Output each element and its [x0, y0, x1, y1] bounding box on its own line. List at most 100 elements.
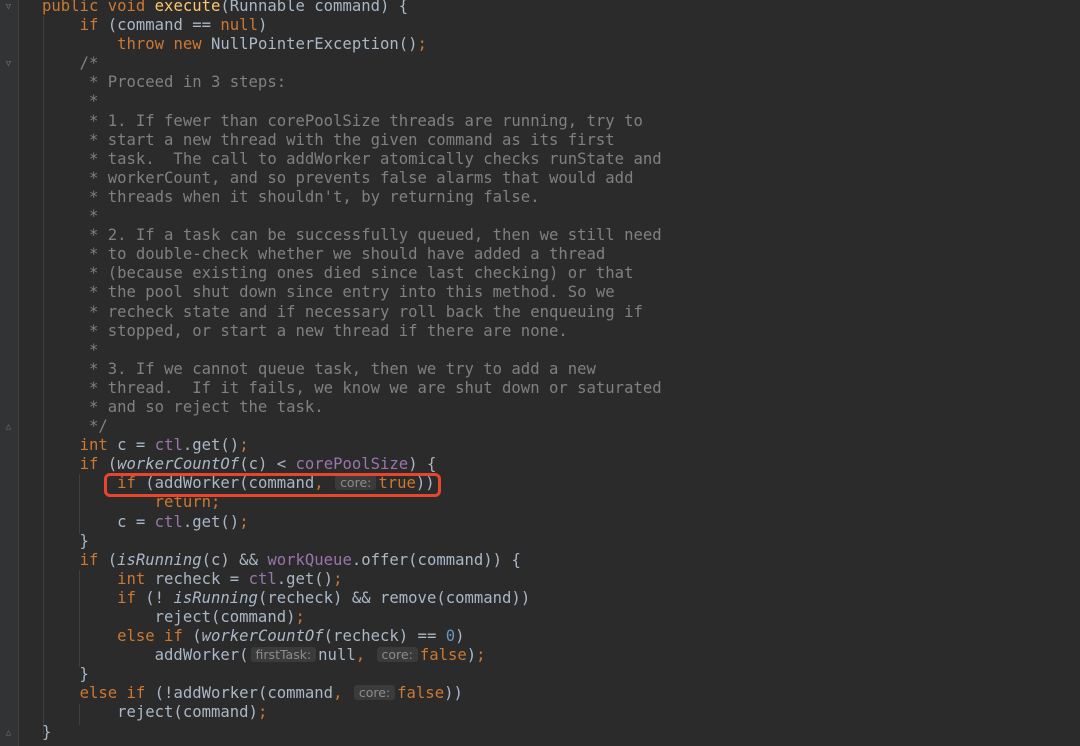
code-token: if	[117, 588, 146, 607]
code-token: ;	[239, 512, 249, 531]
code-line[interactable]: *	[42, 92, 662, 111]
editor-gutter[interactable]: ▽ ▽ △ △	[0, 0, 19, 746]
fold-marker-icon[interactable]: △	[4, 729, 13, 738]
code-token: ;	[417, 35, 427, 54]
code-token: reject(command)	[42, 608, 296, 626]
code-line[interactable]: else if (!addWorker(command, core: false)…	[42, 684, 662, 703]
code-line[interactable]: * start a new thread with the given comm…	[42, 131, 662, 150]
code-token: addWorker(	[42, 646, 249, 665]
code-token: * to double-check whether we should have…	[42, 245, 606, 264]
code-token: * stopped, or start a new thread if ther…	[42, 321, 568, 340]
code-line[interactable]: if (! isRunning(recheck) && remove(comma…	[42, 589, 662, 608]
code-token: ))	[444, 684, 463, 703]
highlight-box	[104, 473, 441, 497]
code-token: )	[466, 646, 477, 665]
code-line[interactable]: * stopped, or start a new thread if ther…	[42, 322, 662, 341]
code-token: false	[419, 646, 467, 665]
code-token: int	[79, 436, 118, 455]
fold-marker-icon[interactable]: △	[4, 423, 13, 432]
code-token: )	[455, 627, 465, 646]
code-line[interactable]: c = ctl.get();	[42, 513, 662, 532]
code-line[interactable]: reject(command);	[42, 608, 662, 627]
code-line[interactable]: public void execute(Runnable command) {	[42, 0, 662, 16]
code-token: if	[79, 455, 108, 474]
fold-marker-icon[interactable]: ▽	[4, 3, 13, 12]
code-line[interactable]: * thread. If it fails, we know we are sh…	[42, 379, 662, 398]
code-line[interactable]: int recheck = ctl.get();	[42, 570, 662, 589]
code-line[interactable]: /*	[42, 54, 662, 73]
code-token: (recheck) && remove(command))	[257, 588, 531, 607]
code-token: (!	[145, 588, 174, 607]
code-line[interactable]: */	[42, 417, 662, 436]
code-token: if	[79, 550, 108, 569]
code-line[interactable]: }	[42, 723, 662, 742]
code-line[interactable]: * to double-check whether we should have…	[42, 245, 662, 264]
code-token: * and so reject the task.	[42, 397, 324, 416]
source-code[interactable]: public void execute(Runnable command) { …	[42, 0, 662, 742]
code-token: }	[42, 722, 52, 741]
code-token: * threads when it shouldn't, by returnin…	[42, 187, 540, 206]
code-token: int	[117, 569, 155, 588]
code-token: reject(command)	[42, 703, 258, 722]
code-line[interactable]: * workerCount, and so prevents false ala…	[42, 169, 662, 188]
code-token: (command ==	[107, 16, 221, 35]
code-line[interactable]: * 2. If a task can be successfully queue…	[42, 226, 662, 245]
code-line[interactable]: * (because existing ones died since last…	[42, 264, 662, 283]
code-line[interactable]: * task. The call to addWorker atomically…	[42, 150, 662, 169]
code-line[interactable]: * the pool shut down since entry into th…	[42, 283, 662, 302]
code-line[interactable]: * Proceed in 3 steps:	[42, 73, 662, 92]
code-token: }	[42, 665, 89, 684]
code-token: .get()	[276, 569, 334, 588]
code-line[interactable]: reject(command);	[42, 703, 662, 722]
code-token: 0	[445, 627, 456, 646]
code-token: (recheck) ==	[323, 627, 446, 646]
code-line[interactable]: * recheck state and if necessary roll ba…	[42, 303, 662, 322]
code-token: * workerCount, and so prevents false ala…	[42, 168, 634, 187]
code-token: workerCountOf	[201, 627, 324, 646]
code-editor[interactable]: ▽ ▽ △ △ public void execute(Runnable com…	[0, 0, 1080, 746]
code-line[interactable]: * 3. If we cannot queue task, then we tr…	[42, 360, 662, 379]
code-token: */	[42, 417, 108, 436]
code-token: isRunning	[173, 588, 258, 607]
code-token: * the pool shut down since entry into th…	[42, 283, 615, 302]
code-token: .get()	[182, 512, 240, 531]
code-line[interactable]: if (command == null)	[42, 16, 662, 35]
code-line[interactable]: addWorker(firstTask: null, core: false);	[42, 646, 662, 665]
code-token: ctl	[248, 569, 277, 588]
code-token: public void	[42, 0, 155, 15]
code-token: * 2. If a task can be successfully queue…	[42, 226, 662, 245]
code-line[interactable]: int c = ctl.get();	[42, 436, 662, 455]
code-token: else if	[79, 684, 155, 703]
code-line[interactable]: *	[42, 341, 662, 360]
code-token: execute	[154, 0, 221, 15]
code-line[interactable]: }	[42, 532, 662, 551]
code-line[interactable]: if (workerCountOf(c) < corePoolSize) {	[42, 455, 662, 474]
code-token: )	[257, 16, 268, 35]
code-token: ,	[355, 646, 375, 665]
code-token: * thread. If it fails, we know we are sh…	[42, 378, 662, 397]
code-token: * task. The call to addWorker atomically…	[42, 149, 662, 168]
code-line[interactable]: throw new NullPointerException();	[42, 35, 662, 54]
code-token: *	[42, 92, 99, 111]
code-token: (	[107, 455, 118, 474]
code-token: *	[42, 340, 99, 359]
code-line[interactable]: }	[42, 665, 662, 684]
code-token: throw new	[117, 35, 211, 54]
parameter-hint: firstTask:	[250, 647, 317, 663]
code-token: false	[397, 684, 445, 703]
fold-marker-icon[interactable]: ▽	[4, 60, 13, 69]
code-line[interactable]: * 1. If fewer than corePoolSize threads …	[42, 112, 662, 131]
code-token: NullPointerException()	[211, 35, 418, 54]
code-line[interactable]: *	[42, 207, 662, 226]
code-token: ) {	[408, 455, 437, 474]
code-line[interactable]: if (isRunning(c) && workQueue.offer(comm…	[42, 551, 662, 570]
code-line[interactable]: else if (workerCountOf(recheck) == 0)	[42, 627, 662, 646]
code-token: (c) <	[239, 455, 296, 474]
code-line[interactable]: * and so reject the task.	[42, 398, 662, 417]
code-line[interactable]: * threads when it shouldn't, by returnin…	[42, 188, 662, 207]
